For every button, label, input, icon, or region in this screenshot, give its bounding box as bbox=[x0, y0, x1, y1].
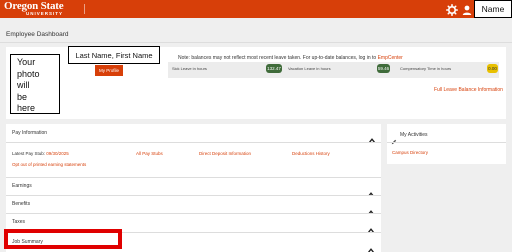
activities-divider bbox=[387, 142, 506, 143]
gear-icon[interactable] bbox=[446, 3, 458, 16]
latest-pay-stub: Latest Pay Stub: 09/30/2025 bbox=[12, 151, 69, 156]
photo-text-line: Your bbox=[17, 57, 36, 67]
chevron-up-icon bbox=[368, 202, 374, 215]
section-benefits[interactable]: Benefits bbox=[6, 195, 381, 215]
my-activities-header: My Activities bbox=[400, 132, 428, 138]
profile-photo-placeholder: Your photo will be here bbox=[10, 54, 60, 114]
logo-subtitle: UNIVERSITY bbox=[26, 11, 64, 16]
deductions-history-link[interactable]: Deductions History bbox=[292, 151, 330, 156]
comp-time-value: 0.00 bbox=[487, 64, 498, 73]
full-leave-balance-link[interactable]: Full Leave Balance Information bbox=[434, 87, 503, 93]
topbar-divider bbox=[84, 4, 85, 14]
photo-text-line: photo bbox=[17, 68, 40, 79]
chevron-up-icon bbox=[368, 220, 374, 233]
comp-time-label: Compensatory Time in hours bbox=[400, 66, 452, 71]
vacation-leave-value: 59.46 bbox=[377, 64, 390, 73]
pay-information-header[interactable]: Pay Information bbox=[12, 130, 47, 136]
all-pay-stubs-link[interactable]: All Pay Stubs bbox=[136, 151, 163, 156]
balance-note-text: Note: balances may not reflect most rece… bbox=[178, 55, 378, 61]
campus-directory-link[interactable]: Campus Directory bbox=[392, 150, 428, 155]
page-title: Employee Dashboard bbox=[6, 31, 69, 38]
pencil-icon bbox=[391, 132, 397, 145]
section-label: Benefits bbox=[12, 201, 31, 207]
job-summary-highlight bbox=[4, 229, 122, 249]
photo-text-line: here bbox=[17, 103, 36, 113]
opt-out-link[interactable]: Opt out of printed earning statements bbox=[12, 162, 86, 167]
user-icon[interactable] bbox=[461, 3, 473, 15]
chevron-up-icon bbox=[368, 184, 374, 197]
section-taxes[interactable]: Taxes bbox=[6, 213, 381, 233]
section-earnings[interactable]: Earnings bbox=[6, 177, 381, 197]
employee-name: Last Name, First Name bbox=[68, 46, 160, 64]
user-name[interactable]: Name bbox=[474, 0, 512, 18]
direct-deposit-link[interactable]: Direct Deposit Information bbox=[199, 151, 251, 156]
sick-leave-value: 132.47 bbox=[266, 64, 282, 73]
chevron-up-icon bbox=[368, 240, 374, 252]
balance-note: Note: balances may not reflect most rece… bbox=[178, 55, 403, 61]
pay-divider bbox=[6, 142, 381, 143]
empcenter-link[interactable]: EmpCenter bbox=[378, 55, 403, 61]
my-profile-button[interactable]: My Profile bbox=[95, 65, 123, 76]
latest-pay-stub-date[interactable]: 09/30/2025 bbox=[46, 151, 69, 156]
photo-text-line: be bbox=[17, 91, 28, 102]
title-divider bbox=[0, 42, 512, 43]
chevron-up-icon[interactable] bbox=[369, 130, 375, 143]
photo-text-line: will bbox=[17, 80, 30, 90]
section-label: Taxes bbox=[12, 219, 26, 225]
section-label: Earnings bbox=[12, 183, 32, 189]
osu-logo[interactable]: Oregon State UNIVERSITY bbox=[4, 0, 84, 17]
sick-leave-label: Sick Leave in hours bbox=[172, 66, 207, 71]
vacation-leave-label: Vacation Leave in hours bbox=[288, 66, 331, 71]
my-activities-card bbox=[387, 124, 506, 164]
latest-pay-stub-label: Latest Pay Stub: bbox=[12, 151, 47, 156]
